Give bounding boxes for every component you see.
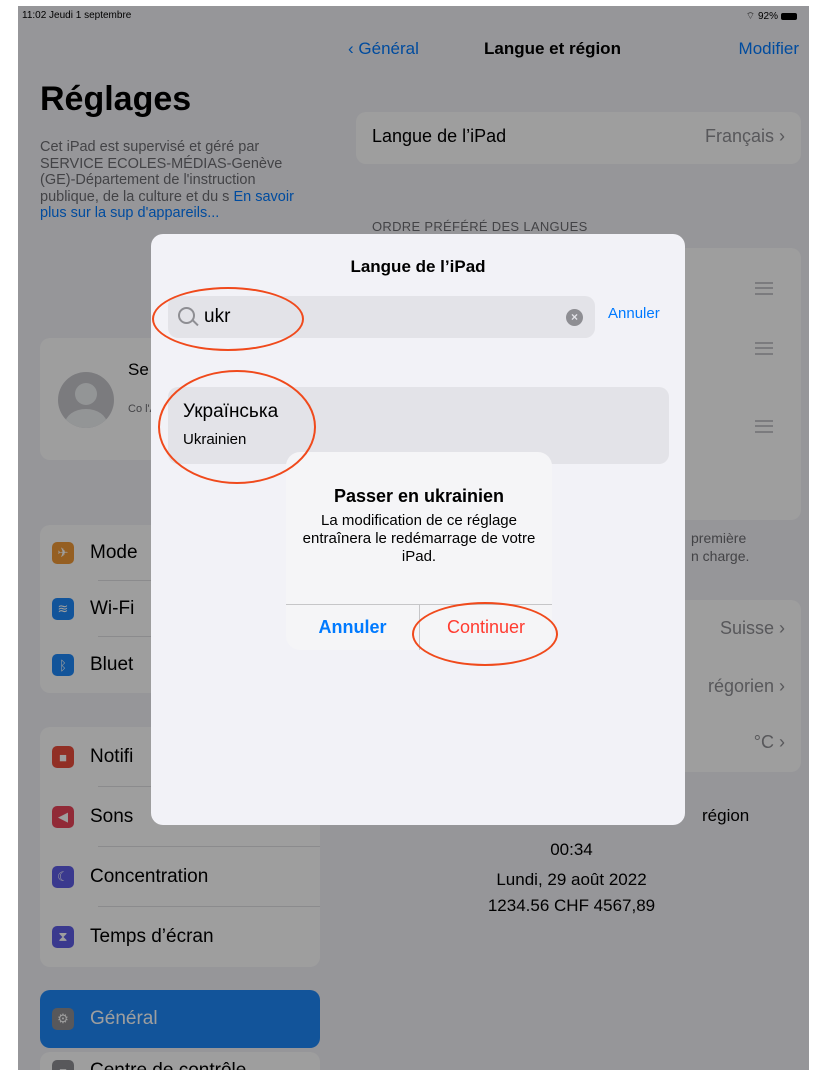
alert-cancel-button[interactable]: Annuler <box>286 604 419 650</box>
alert-title: Passer en ukrainien <box>333 486 505 506</box>
sheet-title: Langue de l’iPad <box>350 257 486 276</box>
ipad-screen: Réglages Cet iPad est supervisé et géré … <box>18 6 809 1070</box>
annotation-ellipse <box>412 602 558 666</box>
alert-message: La modification de ce réglage entraînera… <box>302 512 536 565</box>
search-cancel-button[interactable]: Annuler <box>608 305 660 322</box>
annotation-ellipse <box>158 370 316 484</box>
clear-search-icon[interactable]: × <box>566 309 583 326</box>
annotation-ellipse <box>152 287 304 351</box>
